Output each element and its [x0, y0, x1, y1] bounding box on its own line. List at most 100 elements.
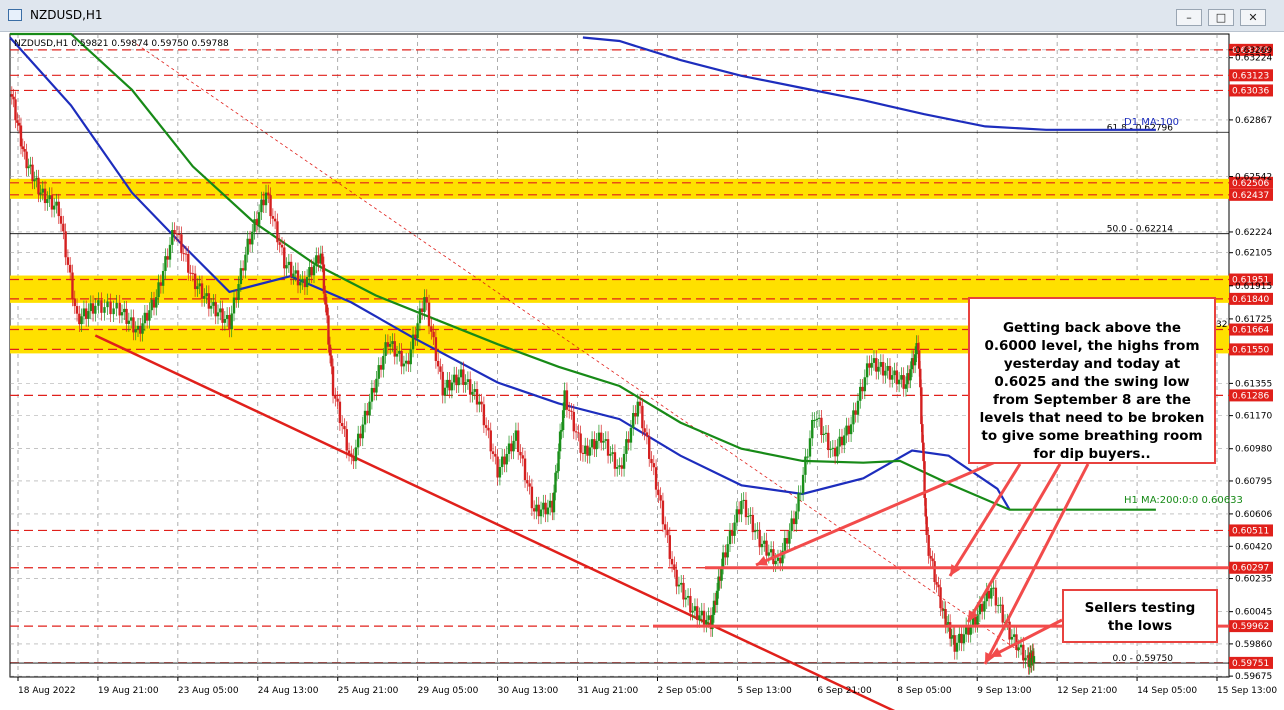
candle-body	[751, 514, 755, 533]
candle-body	[33, 179, 36, 182]
partial-label: 32	[1216, 320, 1227, 330]
candle-body	[514, 430, 518, 441]
candle-body	[987, 590, 991, 599]
close-button[interactable]: ✕	[1240, 9, 1266, 26]
maximize-button[interactable]: □	[1208, 9, 1234, 26]
candle-body	[643, 428, 646, 433]
candle-body	[498, 467, 502, 478]
candle-body	[831, 447, 835, 449]
price-level-label: 0.61550	[1232, 345, 1269, 355]
candle-body	[1022, 644, 1025, 661]
candle-body	[241, 268, 245, 271]
candle-body	[815, 418, 819, 420]
candle-body	[129, 317, 133, 321]
x-tick-label: 12 Sep 21:00	[1057, 686, 1117, 696]
candle-body	[343, 426, 346, 430]
minimize-button[interactable]: –	[1176, 9, 1202, 26]
candle-body	[620, 465, 623, 469]
candle-body	[457, 377, 460, 386]
candle-body	[345, 429, 348, 451]
candle-body	[870, 362, 873, 368]
candle-body	[260, 199, 263, 213]
candle-body	[315, 255, 318, 266]
candle-body	[269, 195, 272, 217]
candle-body	[696, 606, 699, 620]
y-tick-label: 0.59675	[1235, 672, 1272, 682]
candle-body	[434, 337, 438, 361]
candle-body	[629, 427, 633, 443]
candle-body	[595, 440, 598, 450]
x-tick-label: 2 Sep 05:00	[657, 686, 712, 696]
candle-body	[641, 405, 644, 429]
candle-body	[94, 305, 97, 314]
price-level-label: 0.63036	[1232, 86, 1269, 96]
candle-body	[134, 329, 137, 333]
x-tick-label: 19 Aug 21:00	[98, 686, 159, 696]
candle-body	[191, 273, 195, 275]
candle-body	[609, 453, 612, 456]
candle-body	[593, 439, 596, 450]
candle-body	[822, 433, 825, 436]
candle-body	[214, 301, 217, 317]
candle-body	[689, 595, 692, 613]
candle-body	[677, 584, 681, 587]
x-tick-label: 15 Sep 13:00	[1217, 686, 1277, 696]
candle-body	[913, 354, 917, 366]
candle-body	[64, 231, 67, 258]
candle-body	[691, 610, 694, 613]
candle-body	[356, 433, 360, 448]
candle-body	[312, 265, 316, 276]
d1-ma-label: D1 MA:100	[1124, 117, 1179, 128]
candle-body	[950, 636, 953, 639]
candle-body	[223, 318, 227, 323]
candle-body	[510, 443, 513, 452]
candle-body	[52, 205, 56, 210]
candle-body	[980, 603, 984, 612]
candle-body	[1012, 634, 1016, 637]
candle-body	[579, 433, 582, 453]
x-tick-label: 31 Aug 21:00	[578, 686, 639, 696]
candle-body	[244, 254, 247, 271]
candle-body	[865, 363, 869, 378]
candle-body	[278, 242, 281, 245]
candle-body	[852, 410, 855, 425]
candle-body	[125, 308, 128, 324]
candle-body	[62, 223, 65, 232]
candle-body	[31, 164, 34, 182]
candle-body	[294, 270, 297, 274]
candle-body	[301, 278, 304, 283]
candle-body	[806, 456, 809, 458]
candle-body	[109, 301, 112, 315]
candle-body	[657, 489, 660, 496]
candle-body	[459, 369, 463, 378]
candle-body	[496, 456, 499, 478]
y-tick-label: 0.61355	[1235, 379, 1272, 389]
candle-body	[14, 99, 17, 121]
candle-body	[962, 634, 966, 644]
candle-body	[801, 474, 805, 494]
candle-body	[66, 257, 70, 265]
candle-body	[391, 341, 394, 344]
window-title: NZDUSD,H1	[30, 8, 103, 22]
candle-body	[705, 619, 708, 625]
y-tick-label: 0.60606	[1235, 510, 1272, 520]
candle-body	[487, 427, 490, 431]
symbol-info: NZDUSD,H1 0.59821 0.59874 0.59750 0.5978…	[14, 39, 229, 49]
candle-body	[400, 350, 403, 367]
candle-body	[742, 499, 745, 502]
candle-body	[439, 366, 442, 372]
candle-body	[23, 149, 26, 152]
candle-body	[271, 216, 275, 219]
candle-body	[999, 604, 1002, 606]
candle-body	[960, 633, 963, 644]
candle-body	[948, 622, 952, 639]
candle-body	[427, 302, 431, 327]
candle-body	[161, 270, 165, 286]
candle-body	[652, 463, 655, 468]
candle-body	[616, 467, 619, 469]
candle-body	[680, 582, 683, 585]
candle-body	[123, 308, 126, 313]
candle-body	[808, 438, 812, 457]
candle-body	[645, 432, 649, 437]
candle-body	[334, 395, 337, 399]
